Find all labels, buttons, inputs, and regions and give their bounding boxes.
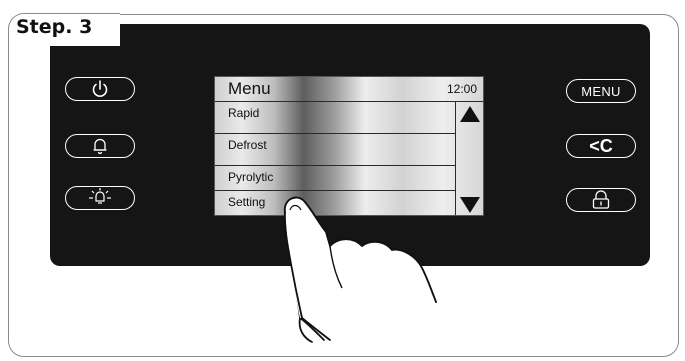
light-button[interactable] [65,186,135,210]
clock-readout: 12:00 [446,82,477,96]
menu-item-pyrolytic[interactable]: Pyrolytic [215,165,456,188]
power-icon [92,80,108,97]
menu-item-rapid[interactable]: Rapid [215,101,456,124]
menu-button-label: MENU [581,83,621,99]
lock-icon [592,190,610,209]
light-icon [89,188,111,204]
scroll-up-icon[interactable] [460,106,480,122]
bell-icon [93,138,107,155]
step-label: Step. 3 [16,16,93,38]
menu-item-setting[interactable]: Setting [215,190,456,213]
power-button[interactable] [65,77,135,101]
display-screen: Menu 12:00 Rapid Defrost Pyrolytic Setti… [214,76,484,216]
scroll-column [455,101,483,215]
back-button[interactable]: <C [566,134,636,158]
lock-button[interactable] [566,188,636,212]
screen-title: Menu [228,79,271,98]
menu-item-defrost[interactable]: Defrost [215,133,456,156]
alarm-button[interactable] [65,134,135,158]
scroll-down-icon[interactable] [460,197,480,213]
back-icon: <C [589,136,613,156]
menu-button[interactable]: MENU [566,79,636,103]
